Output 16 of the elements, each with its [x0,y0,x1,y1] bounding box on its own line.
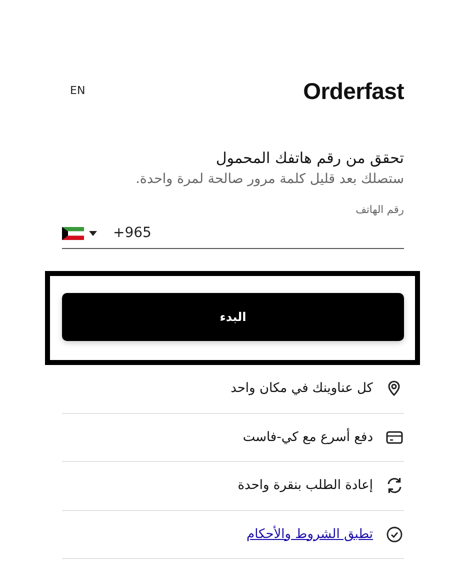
country-code: +965 [113,224,152,243]
feature-text: إعادة الطلب بنقرة واحدة [238,477,373,495]
phone-field[interactable]: +965 [62,223,404,249]
field-label: رقم الهاتف [354,203,404,218]
language-link[interactable]: EN [62,83,86,100]
logo: Orderfast [303,77,404,106]
heading: تحقق من رقم هاتفك المحمول [214,148,404,169]
feature-text: دفع أسرع مع كي-فاست [242,428,373,446]
feature-text: كل عناوينك في مكان واحد [230,380,373,398]
start-button[interactable]: البدء [62,293,404,341]
check-circle-icon [385,524,404,544]
caret-icon[interactable] [89,231,97,236]
flag-icon[interactable] [62,227,84,240]
refresh-icon [385,476,404,496]
terms-link[interactable]: تطبق الشروط والأحكام [246,524,373,544]
subtitle: ستصلك بعد قليل كلمة مرور صالحة لمرة واحدة. [134,170,404,189]
